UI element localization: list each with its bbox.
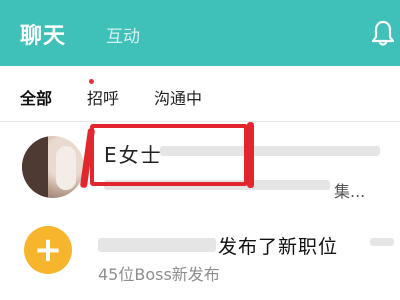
top-header: 聊天 互动 <box>0 0 400 66</box>
filter-in-communication[interactable]: 沟通中 <box>154 85 202 109</box>
filter-bar: 全部 招呼 沟通中 <box>0 66 400 122</box>
bell-icon[interactable] <box>372 20 394 46</box>
tab-interact[interactable]: 互动 <box>106 22 140 47</box>
avatar <box>22 136 84 198</box>
avatar-photo-highlight <box>56 146 76 190</box>
avatar-photo-shade <box>22 136 48 198</box>
conversation-title: 发布了新职位 <box>218 236 339 258</box>
tab-chat[interactable]: 聊天 <box>20 18 66 50</box>
filter-all[interactable]: 全部 <box>20 85 52 109</box>
plus-icon: + <box>24 226 72 274</box>
highlight-box <box>90 124 248 186</box>
preview-ellipsis: 集... <box>334 182 366 201</box>
blurred-time <box>370 238 394 246</box>
conversation-subtitle: 45位Boss新发布 <box>98 265 220 284</box>
blurred-title-prefix <box>98 238 216 252</box>
filter-greetings[interactable]: 招呼 <box>87 85 119 109</box>
unread-dot <box>89 79 94 84</box>
highlight-stroke-right <box>247 122 254 188</box>
